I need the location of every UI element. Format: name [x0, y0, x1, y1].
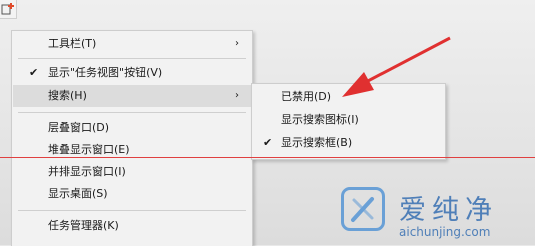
watermark-logo-icon: [341, 187, 385, 231]
site-watermark: 爱纯净 aichunjing.com: [341, 187, 533, 243]
watermark-url: aichunjing.com: [399, 225, 491, 239]
watermark-title: 爱纯净: [399, 195, 498, 226]
